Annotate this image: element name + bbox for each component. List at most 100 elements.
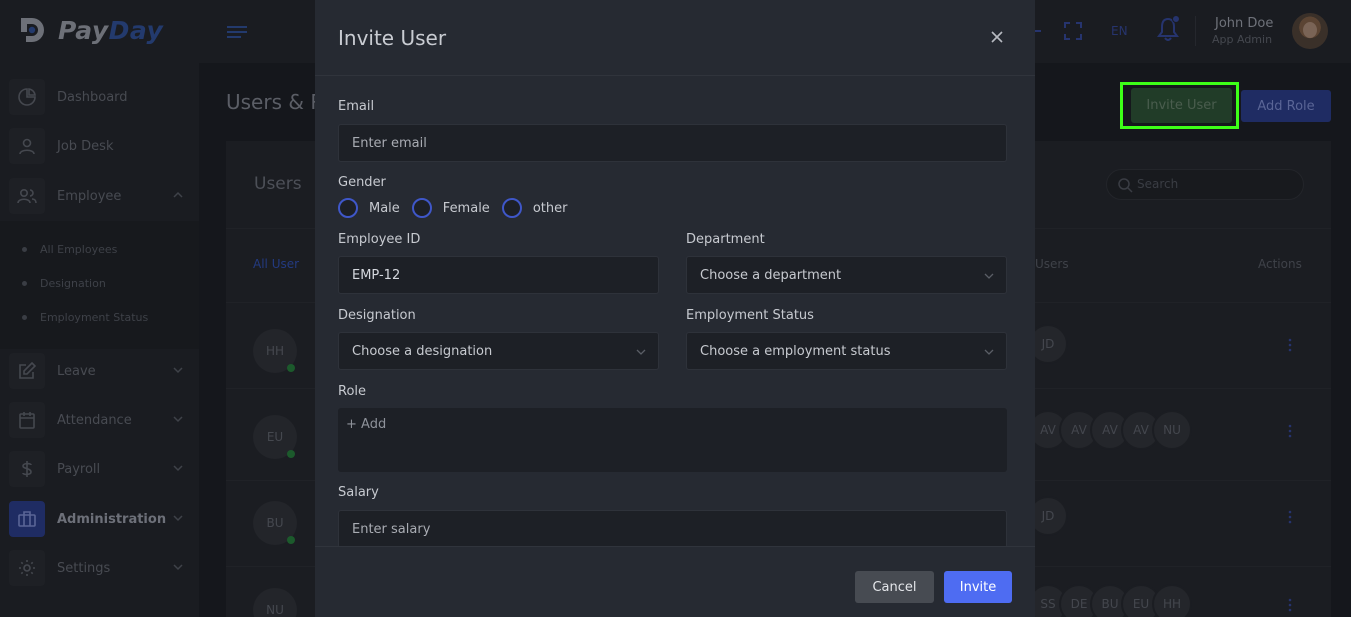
sidebar-item-dashboard[interactable]: Dashboard <box>0 75 199 119</box>
radio-circle[interactable] <box>338 198 358 218</box>
add-role-button[interactable]: Add Role <box>1241 90 1331 122</box>
gear-icon <box>9 550 45 586</box>
chevron-down-icon[interactable] <box>172 364 184 376</box>
logo-icon <box>21 18 44 42</box>
sidebar-item-employee[interactable]: Employee <box>0 174 199 218</box>
search-placeholder: Search <box>1137 177 1179 191</box>
pie-chart-icon <box>9 79 45 115</box>
more-options-icon[interactable] <box>1288 338 1292 352</box>
calendar-icon <box>9 402 45 438</box>
subitem-label: All Employees <box>40 243 118 256</box>
online-status-dot <box>287 364 295 372</box>
add-role-tag-button[interactable]: + Add <box>346 417 386 432</box>
dollar-icon <box>9 451 45 487</box>
subitem-label: Designation <box>40 277 106 290</box>
users-icon <box>9 178 45 214</box>
cancel-button[interactable]: Cancel <box>855 571 934 603</box>
card-title: Users <box>254 174 302 194</box>
department-select[interactable]: Choose a department <box>686 256 1007 294</box>
bullet-icon <box>22 281 27 286</box>
modal-title: Invite User <box>338 26 447 50</box>
language-selector[interactable]: EN <box>1111 24 1128 38</box>
radio-label: other <box>532 200 568 216</box>
more-options-icon[interactable] <box>1288 424 1292 438</box>
role-tag-input[interactable]: + Add <box>338 408 1007 472</box>
sidebar-subitem-designation[interactable]: Designation <box>22 277 106 290</box>
sidebar-item-leave[interactable]: Leave <box>0 349 199 393</box>
radio-circle[interactable] <box>501 198 522 218</box>
sidebar-item-label: Administration <box>57 511 167 527</box>
tab-all-user[interactable]: All User <box>253 257 299 271</box>
user-avatar-small[interactable]: NU <box>1152 410 1192 450</box>
search-input[interactable]: Search <box>1106 169 1304 200</box>
brand-name: PayDay <box>58 15 164 45</box>
sidebar-item-payroll[interactable]: Payroll <box>0 447 199 491</box>
chevron-down-icon[interactable] <box>172 413 184 425</box>
user-avatar-small[interactable]: HH <box>1152 584 1192 617</box>
designation-select[interactable]: Choose a designation <box>338 332 659 370</box>
brand-logo[interactable]: PayDay <box>18 15 163 45</box>
chevron-up-icon[interactable] <box>172 189 184 201</box>
sidebar-item-label: Settings <box>57 560 111 576</box>
sidebar-subitem-employment-status[interactable]: Employment Status <box>22 311 148 324</box>
more-options-icon[interactable] <box>1288 598 1292 612</box>
invite-user-modal: Invite User Email Enter email Gender Mal… <box>315 0 1035 617</box>
designation-value: Choose a designation <box>352 343 493 359</box>
employee-id-field[interactable]: EMP-12 <box>338 256 659 294</box>
sidebar-item-administration[interactable]: Administration <box>0 497 199 541</box>
invite-button[interactable]: Invite <box>944 571 1012 603</box>
more-options-icon[interactable] <box>1288 510 1292 524</box>
online-status-dot <box>287 450 295 458</box>
subitem-label: Employment Status <box>40 311 149 324</box>
chevron-down-icon[interactable] <box>172 512 184 524</box>
column-header-actions: Actions <box>1258 257 1302 271</box>
close-icon[interactable] <box>990 30 1004 44</box>
sidebar-item-label: Attendance <box>57 412 132 428</box>
department-value: Choose a department <box>700 267 842 283</box>
radio-circle[interactable] <box>411 198 432 218</box>
salary-placeholder: Enter salary <box>352 521 431 537</box>
chevron-down-icon[interactable] <box>172 561 184 573</box>
department-label: Department <box>686 232 765 247</box>
gender-radio-male[interactable]: Male <box>338 198 400 218</box>
highlight-box <box>1120 82 1239 129</box>
user-avatar[interactable] <box>1292 13 1328 49</box>
modal-header: Invite User <box>315 0 1035 76</box>
search-icon <box>1118 178 1133 193</box>
gender-radio-group: Male Female other <box>338 198 579 218</box>
salary-field[interactable]: Enter salary <box>338 510 1007 548</box>
employee-id-label: Employee ID <box>338 232 421 247</box>
hamburger-menu-icon[interactable] <box>227 24 247 40</box>
role-label: Role <box>338 384 367 399</box>
salary-label: Salary <box>338 485 379 500</box>
employee-id-value: EMP-12 <box>352 267 401 283</box>
user-role: App Admin <box>1212 33 1273 46</box>
sidebar-item-label: Payroll <box>57 461 101 477</box>
person-icon <box>9 128 45 164</box>
sidebar-item-job-desk[interactable]: Job Desk <box>0 124 199 168</box>
sidebar-item-settings[interactable]: Settings <box>0 546 199 590</box>
gender-radio-other[interactable]: other <box>501 198 568 218</box>
bullet-icon <box>22 247 27 252</box>
email-field[interactable]: Enter email <box>338 124 1007 162</box>
edit-icon <box>9 353 45 389</box>
chevron-down-icon[interactable] <box>172 462 184 474</box>
employment-status-label: Employment Status <box>686 308 814 323</box>
bullet-icon <box>22 315 27 320</box>
sidebar-item-attendance[interactable]: Attendance <box>0 398 199 442</box>
sidebar-item-label: Job Desk <box>57 138 114 154</box>
sidebar-item-label: Employee <box>57 188 122 204</box>
radio-label: Male <box>369 200 400 216</box>
search-dot-icon[interactable] <box>1035 27 1043 35</box>
sidebar-item-label: Leave <box>57 363 96 379</box>
fullscreen-icon[interactable] <box>1064 22 1082 40</box>
email-placeholder: Enter email <box>352 135 427 151</box>
briefcase-icon <box>9 501 45 537</box>
employment-status-value: Choose a employment status <box>700 343 891 359</box>
gender-radio-female[interactable]: Female <box>411 198 490 218</box>
email-label: Email <box>338 99 375 114</box>
sidebar-subitem-all-employees[interactable]: All Employees <box>22 243 117 256</box>
user-name[interactable]: John Doe <box>1215 16 1273 31</box>
online-status-dot <box>287 536 295 544</box>
employment-status-select[interactable]: Choose a employment status <box>686 332 1007 370</box>
